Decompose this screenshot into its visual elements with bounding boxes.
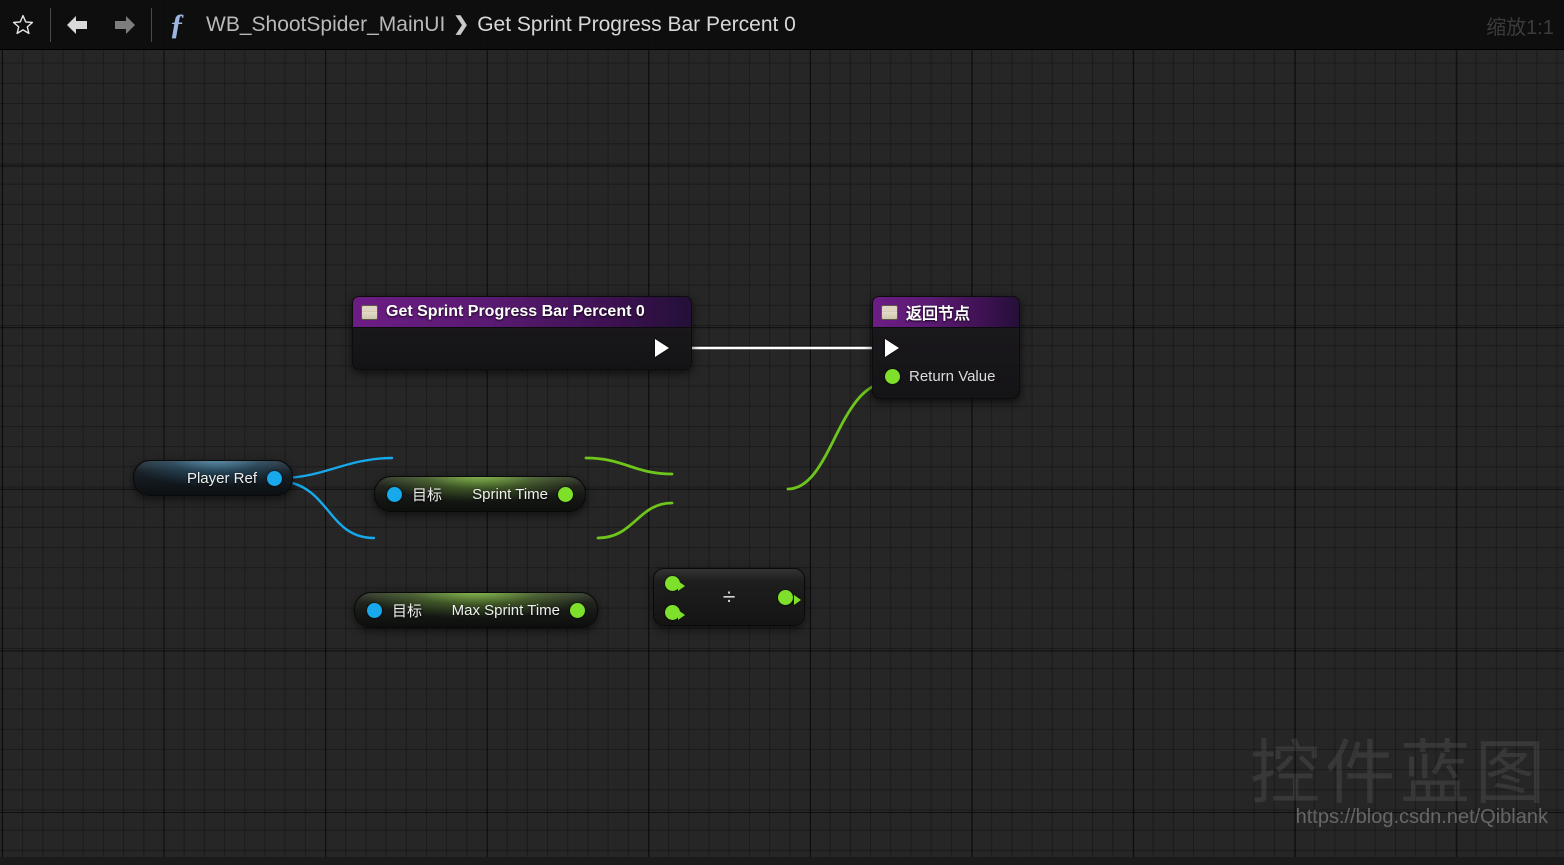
sprint-time-label: Sprint Time (472, 485, 548, 503)
breadcrumb-item-blueprint[interactable]: WB_ShootSpider_MainUI (206, 13, 445, 37)
forward-button[interactable] (101, 0, 147, 50)
node-math-divide[interactable]: ÷ (653, 568, 805, 626)
max-sprint-time-label: Max Sprint Time (451, 601, 560, 619)
sprint-time-output-pin[interactable] (558, 486, 573, 502)
node-function-result-frame[interactable]: 返回节点 Return Value (872, 296, 1020, 399)
result-return-value-row[interactable]: Return Value (873, 362, 1019, 390)
return-value-pin[interactable] (885, 368, 900, 384)
breadcrumb-item-function[interactable]: Get Sprint Progress Bar Percent 0 (477, 13, 796, 37)
divide-output-tail (794, 595, 801, 605)
node-function-entry-frame[interactable]: Get Sprint Progress Bar Percent 0 (352, 296, 692, 370)
function-f-icon[interactable]: ƒ (156, 0, 198, 50)
node-function-entry[interactable]: Get Sprint Progress Bar Percent 0 (352, 296, 692, 370)
max-sprint-time-content: 目标 Max Sprint Time (355, 593, 597, 627)
exec-out-pin[interactable] (655, 339, 669, 357)
zoom-level-indicator: 缩放1:1 (1486, 17, 1554, 39)
node-function-result-body: Return Value (873, 328, 1019, 398)
max-sprint-time-target-label: 目标 (392, 602, 423, 620)
node-function-result[interactable]: 返回节点 Return Value (872, 296, 1020, 399)
node-function-entry-header[interactable]: Get Sprint Progress Bar Percent 0 (353, 297, 691, 328)
arrow-left-icon (67, 15, 87, 34)
node-variable-sprint-time[interactable]: 目标 Sprint Time (374, 476, 586, 512)
arrow-right-icon (115, 15, 135, 34)
function-node-icon (881, 304, 898, 320)
exec-in-pin[interactable] (885, 339, 899, 357)
entry-exec-out-row[interactable] (645, 334, 679, 362)
player-ref-label: Player Ref (186, 469, 257, 487)
toolbar-divider-1 (50, 7, 51, 42)
node-variable-player-ref[interactable]: Player Ref (133, 460, 293, 496)
blueprint-editor-window: 控件蓝图 https://blog.csdn.net/Qiblank Get S… (0, 0, 1564, 865)
back-button[interactable] (55, 0, 101, 50)
node-function-entry-body (353, 328, 691, 369)
favorite-button[interactable] (0, 0, 46, 50)
function-node-icon (361, 304, 378, 320)
breadcrumb-separator: ❯ (453, 14, 470, 35)
node-function-entry-title: Get Sprint Progress Bar Percent 0 (386, 303, 645, 320)
star-outline-icon (12, 14, 34, 34)
sprint-time-target-label: 目标 (412, 486, 443, 504)
bottom-strip (0, 857, 1564, 865)
divide-output-pin[interactable] (778, 590, 793, 605)
max-sprint-time-target-pin[interactable] (367, 602, 382, 618)
toolbar-divider-2 (151, 7, 152, 42)
sprint-time-content: 目标 Sprint Time (375, 477, 585, 511)
node-function-result-header[interactable]: 返回节点 (873, 297, 1019, 328)
divide-input-b-tail (678, 610, 685, 620)
blueprint-graph-canvas[interactable] (0, 0, 1564, 865)
divide-input-a-tail (678, 581, 685, 591)
return-value-label: Return Value (909, 367, 996, 385)
max-sprint-time-output-pin[interactable] (570, 602, 585, 618)
divide-operator-glyph: ÷ (722, 583, 736, 610)
result-exec-in-row[interactable] (873, 334, 1019, 362)
player-ref-output-pin[interactable] (267, 470, 282, 486)
breadcrumb: WB_ShootSpider_MainUI ❯ Get Sprint Progr… (206, 13, 796, 37)
node-variable-max-sprint-time[interactable]: 目标 Max Sprint Time (354, 592, 598, 628)
sprint-time-target-pin[interactable] (387, 486, 402, 502)
editor-toolbar: ƒ WB_ShootSpider_MainUI ❯ Get Sprint Pro… (0, 0, 1564, 50)
node-function-result-title: 返回节点 (906, 306, 971, 323)
player-ref-content: Player Ref (134, 461, 292, 495)
